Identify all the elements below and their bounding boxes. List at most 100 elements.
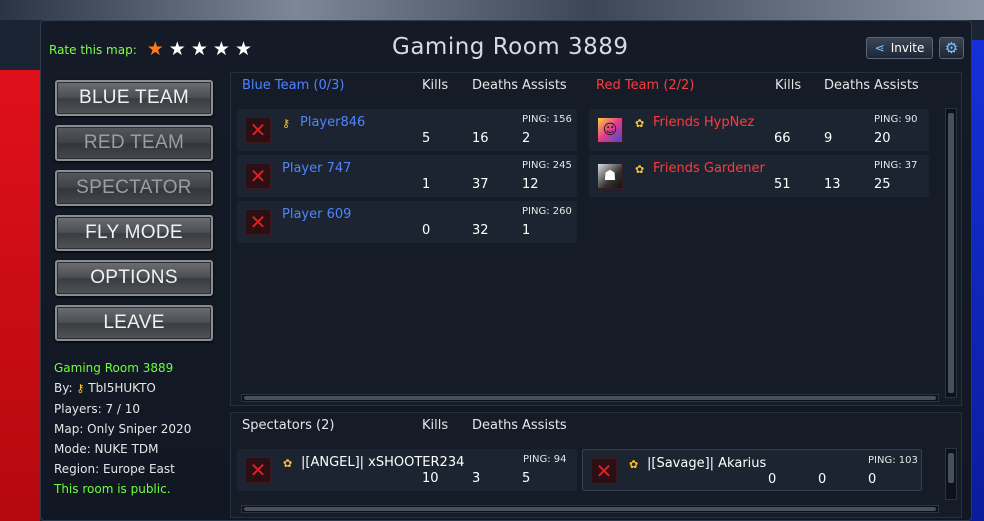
- red-assists-header: Assists: [874, 78, 919, 93]
- rating-stars[interactable]: ★ ★ ★ ★ ★: [147, 40, 252, 59]
- player-assists: 12: [522, 177, 539, 192]
- player-ping: PING: 156: [522, 114, 572, 125]
- spec-assists-header: Assists: [522, 418, 567, 433]
- spectators-vertical-scrollbar[interactable]: [945, 448, 957, 500]
- player-name: |[ANGEL]| xSHOOTER234: [301, 455, 465, 470]
- player-avatar: ☗: [597, 163, 623, 189]
- player-name: Friends Gardener: [653, 161, 765, 176]
- red-deaths-header: Deaths: [824, 78, 871, 93]
- scrollbar-thumb[interactable]: [244, 396, 936, 400]
- friend-badge-icon: ✿: [283, 457, 293, 470]
- player-deaths: 16: [472, 131, 489, 146]
- player-kills: 66: [774, 131, 791, 146]
- no-avatar-icon: ✕: [245, 117, 271, 143]
- player-ping: PING: 245: [522, 160, 572, 171]
- player-deaths: 9: [824, 131, 833, 146]
- player-name: |[Savage]| Akarius: [647, 456, 767, 471]
- player-deaths: 13: [824, 177, 841, 192]
- player-name: Player846: [300, 115, 366, 130]
- teams-vertical-scrollbar[interactable]: [945, 108, 957, 398]
- room-info-mode: Mode: NUKE TDM: [54, 442, 159, 456]
- background-top: [0, 0, 984, 20]
- no-avatar-icon: ✕: [591, 458, 617, 484]
- invite-label: Invite: [890, 41, 925, 55]
- friend-badge-icon: ✿: [635, 117, 645, 130]
- room-info-players: Players: 7 / 10: [54, 402, 141, 416]
- blue-team-button[interactable]: BLUE TEAM: [55, 80, 213, 116]
- friend-badge-icon: ✿: [629, 458, 639, 471]
- fly-mode-button[interactable]: FLY MODE: [55, 215, 213, 251]
- blue-player-row[interactable]: ✕ Player 609 PING: 260 0 32 1: [237, 201, 577, 243]
- star-icon[interactable]: ★: [169, 40, 186, 59]
- player-deaths: 32: [472, 223, 489, 238]
- spectator-button[interactable]: SPECTATOR: [55, 170, 213, 206]
- player-assists: 5: [522, 471, 531, 486]
- share-icon: ⋖: [874, 41, 885, 55]
- friend-badge-icon: ✿: [635, 163, 645, 176]
- room-info-public: This room is public.: [54, 482, 171, 496]
- blue-assists-header: Assists: [522, 78, 567, 93]
- player-assists: 1: [522, 223, 531, 238]
- room-info-owner: By: ⚷ TbI5HUKTO: [54, 381, 156, 395]
- spectator-row[interactable]: ✕ ✿ |[Savage]| Akarius PING: 103 0 0 0: [582, 449, 922, 491]
- star-icon[interactable]: ★: [235, 40, 252, 59]
- red-kills-header: Kills: [775, 78, 802, 93]
- red-player-row[interactable]: ☗ ✿ Friends Gardener PING: 37 51 13 25: [589, 155, 929, 197]
- blue-kills-header: Kills: [422, 78, 449, 93]
- side-menu: BLUE TEAM RED TEAM SPECTATOR FLY MODE OP…: [55, 80, 213, 350]
- leave-button[interactable]: LEAVE: [55, 305, 213, 341]
- player-ping: PING: 94: [523, 454, 567, 465]
- blue-player-row[interactable]: ✕ Player 747 PING: 245 1 37 12: [237, 155, 577, 197]
- red-player-row[interactable]: ☺ ✿ Friends HypNez PING: 90 66 9 20: [589, 109, 929, 151]
- gear-icon: ⚙: [944, 39, 959, 57]
- scrollbar-thumb[interactable]: [244, 507, 936, 511]
- rate-map: Rate this map: ★ ★ ★ ★ ★: [49, 40, 252, 59]
- player-deaths: 3: [472, 471, 481, 486]
- player-kills: 5: [422, 131, 431, 146]
- room-info-map: Map: Only Sniper 2020: [54, 422, 192, 436]
- teams-horizontal-scrollbar[interactable]: [241, 394, 939, 402]
- player-kills: 0: [422, 223, 431, 238]
- player-avatar: ☺: [597, 117, 623, 143]
- player-ping: PING: 103: [868, 455, 918, 466]
- player-ping: PING: 37: [874, 160, 918, 171]
- room-info-region: Region: Europe East: [54, 462, 175, 476]
- blue-deaths-header: Deaths: [472, 78, 519, 93]
- key-icon: ⚷: [76, 382, 85, 395]
- scrollbar-thumb[interactable]: [948, 453, 954, 483]
- player-assists: 25: [874, 177, 891, 192]
- player-deaths: 37: [472, 177, 489, 192]
- player-kills: 51: [774, 177, 791, 192]
- player-ping: PING: 260: [522, 206, 572, 217]
- red-team-button[interactable]: RED TEAM: [55, 125, 213, 161]
- spec-deaths-header: Deaths: [472, 418, 519, 433]
- player-kills: 0: [768, 472, 777, 487]
- player-assists: 0: [868, 472, 877, 487]
- no-avatar-icon: ✕: [245, 163, 271, 189]
- scrollbar-thumb[interactable]: [948, 113, 954, 393]
- spectators-header: Spectators (2): [242, 418, 335, 433]
- player-name: Player 609: [282, 207, 352, 222]
- red-team-header: Red Team (2/2): [596, 78, 695, 93]
- background-red-flag: [0, 70, 40, 521]
- star-icon[interactable]: ★: [147, 40, 164, 59]
- options-button[interactable]: OPTIONS: [55, 260, 213, 296]
- player-ping: PING: 90: [874, 114, 918, 125]
- star-icon[interactable]: ★: [191, 40, 208, 59]
- room-info-name: Gaming Room 3889: [54, 361, 174, 375]
- room-info: Gaming Room 3889 By: ⚷ TbI5HUKTO Players…: [54, 358, 191, 499]
- spectators-horizontal-scrollbar[interactable]: [241, 505, 939, 513]
- star-icon[interactable]: ★: [213, 40, 230, 59]
- no-avatar-icon: ✕: [245, 209, 271, 235]
- player-kills: 10: [422, 471, 439, 486]
- player-deaths: 0: [818, 472, 827, 487]
- spec-kills-header: Kills: [422, 418, 449, 433]
- settings-button[interactable]: ⚙: [939, 37, 964, 59]
- blue-team-header: Blue Team (0/3): [242, 78, 345, 93]
- invite-button[interactable]: ⋖ Invite: [866, 37, 933, 59]
- player-name: Player 747: [282, 161, 352, 176]
- key-icon: ⚷: [282, 117, 291, 130]
- spectator-row[interactable]: ✕ ✿ |[ANGEL]| xSHOOTER234 PING: 94 10 3 …: [237, 449, 577, 491]
- player-name: Friends HypNez: [653, 115, 755, 130]
- blue-player-row[interactable]: ✕ ⚷ Player846 PING: 156 5 16 2: [237, 109, 577, 151]
